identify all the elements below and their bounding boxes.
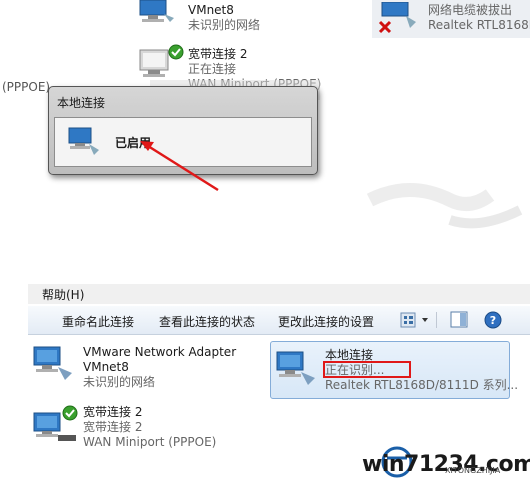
preview-pane-icon[interactable] <box>450 311 470 329</box>
tooltip-status: 已启用 <box>115 136 152 150</box>
network-adapter-icon <box>139 0 174 22</box>
connection-tooltip: 本地连接 已启用 <box>48 86 318 175</box>
view-options-icon[interactable] <box>400 311 430 329</box>
top-network-list: VMnet8 未识别的网络 宽带连接 2 正在连接 WAN Miniport (… <box>0 0 530 262</box>
vmware-item[interactable]: VMware Network Adapter VMnet8 未识别的网络 <box>83 345 236 390</box>
view-status-button[interactable]: 查看此连接的状态 <box>159 313 255 330</box>
broadband-window-status: 宽带连接 2 <box>83 420 143 434</box>
vmnet8-item[interactable]: VMnet8 未识别的网络 <box>188 3 260 33</box>
network-cable-icon <box>378 2 416 34</box>
x-icon <box>378 20 392 34</box>
tooltip-body: 已启用 <box>54 117 312 167</box>
local-connection-adapter-icon <box>276 351 315 385</box>
svg-text:?: ? <box>490 314 496 327</box>
vmnet8-status: 未识别的网络 <box>188 18 261 32</box>
change-settings-button[interactable]: 更改此连接的设置 <box>278 313 374 330</box>
watermark-subtext: XITONGZHIJIA <box>445 466 501 475</box>
menu-bar: 帮助(H) <box>28 284 530 304</box>
broadband-connection-icon <box>139 44 184 77</box>
vmware-status: 未识别的网络 <box>83 375 156 389</box>
local-connection-device: Realtek RTL8168D/8111D 系列... <box>325 378 519 392</box>
broadband-name: 宽带连接 2 <box>188 47 248 61</box>
broadband-status: 正在连接 <box>188 62 237 76</box>
broadband-icon <box>33 405 78 441</box>
ppoe-fragment: (PPPOE) <box>2 80 51 94</box>
local-connection-fragment[interactable]: 网络电缆被拔出 Realtek RTL8168D/ <box>372 0 530 38</box>
status-highlight-box <box>323 361 411 378</box>
broadband-window-name: 宽带连接 2 <box>83 405 143 419</box>
vmware-adapter-icon <box>33 346 72 380</box>
broadband-window-item[interactable]: 宽带连接 2 宽带连接 2 WAN Miniport (PPPOE) <box>83 405 216 450</box>
chevron-down-icon <box>422 318 428 322</box>
local-fragment-device: Realtek RTL8168D/ <box>428 18 530 32</box>
tooltip-title: 本地连接 <box>57 96 106 110</box>
local-connection-icon <box>68 127 99 155</box>
modem-icon <box>58 435 76 441</box>
help-icon[interactable]: ? <box>483 311 503 331</box>
rename-connection-button[interactable]: 重命名此连接 <box>62 313 134 330</box>
cropped-decoration <box>340 150 530 262</box>
vmnet8-name: VMnet8 <box>188 3 234 17</box>
vmware-name: VMware Network Adapter <box>83 345 237 359</box>
menu-help[interactable]: 帮助(H) <box>42 286 84 303</box>
toolbar: 重命名此连接 查看此连接的状态 更改此连接的设置 ? <box>28 306 530 335</box>
broadband-window-device: WAN Miniport (PPPOE) <box>83 435 217 449</box>
vmware-name2: VMnet8 <box>83 360 129 374</box>
local-fragment-status: 网络电缆被拔出 <box>428 3 513 17</box>
